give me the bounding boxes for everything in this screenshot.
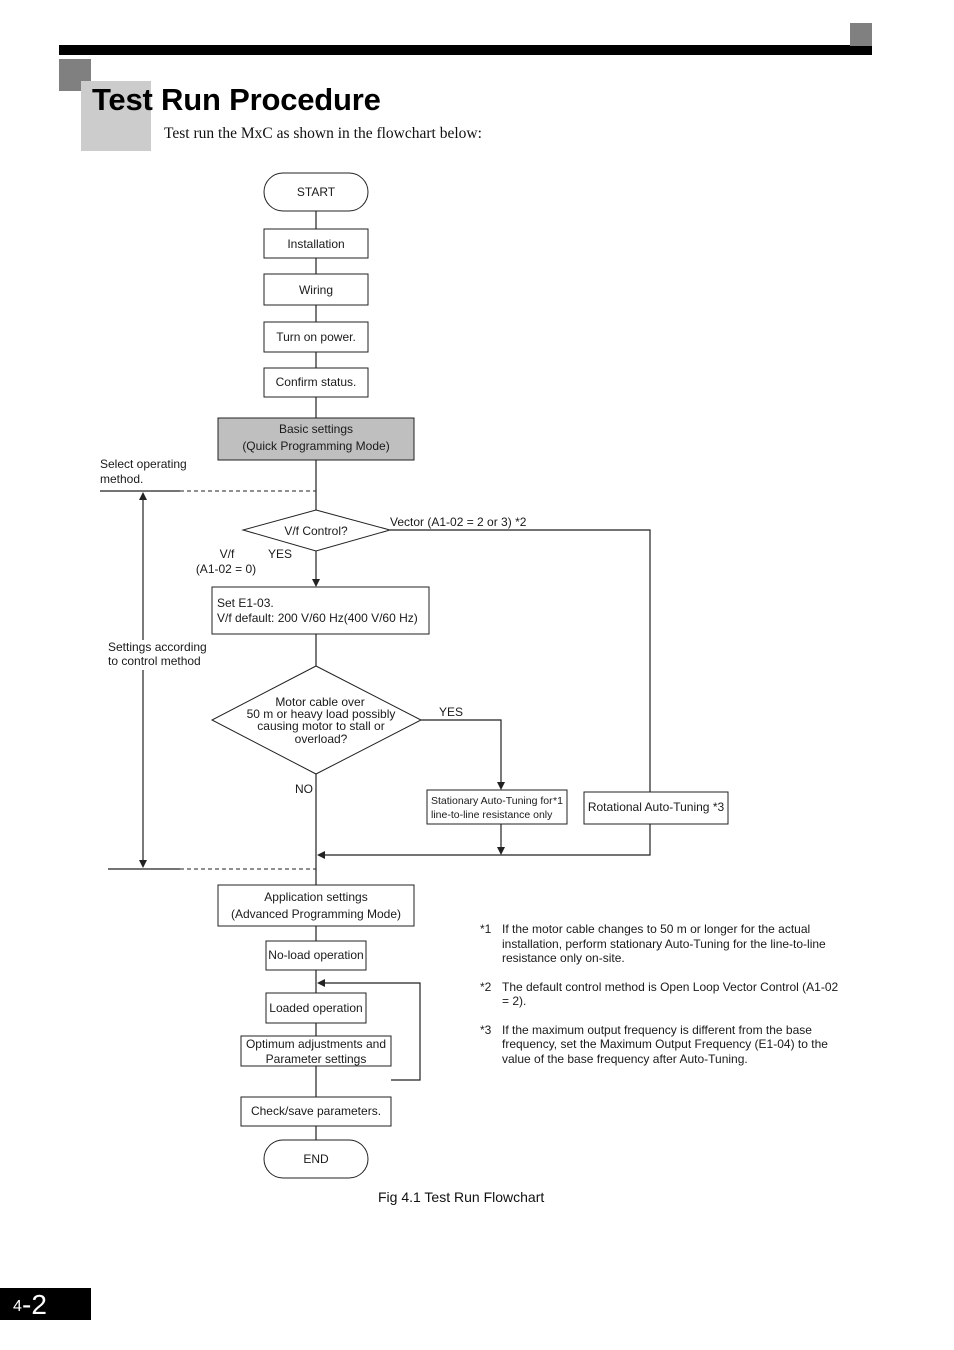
motor-yes-label: YES [439, 705, 463, 719]
set-e103-line2: V/f default: 200 V/60 Hz(400 V/60 Hz) [217, 611, 418, 625]
step-basic-settings: Basic settings (Quick Programming Mode) [217, 417, 415, 461]
settings-by-method-label-1: Settings according [108, 640, 207, 654]
page-number: -2 [22, 1289, 47, 1320]
step-loaded-operation: Loaded operation [265, 992, 367, 1024]
application-settings-line1: Application settings [264, 890, 367, 904]
footnote-text: The default control method is Open Loop … [502, 979, 839, 1009]
arrow-down-icon [497, 847, 505, 855]
turn-on-power-label: Turn on power. [276, 330, 356, 344]
no-load-label: No-load operation [268, 948, 363, 962]
end-terminal: END [263, 1139, 369, 1179]
start-terminal: START [263, 172, 369, 212]
confirm-status-label: Confirm status. [276, 375, 357, 389]
step-application-settings: Application settings (Advanced Programmi… [217, 884, 415, 927]
step-no-load-operation: No-load operation [265, 940, 367, 971]
step-turn-on-power: Turn on power. [263, 321, 369, 353]
check-save-label: Check/save parameters. [251, 1104, 381, 1118]
arrow-left-icon [317, 979, 325, 987]
select-method-label-2: method. [100, 472, 143, 486]
step-wiring: Wiring [263, 273, 369, 306]
step-check-save: Check/save parameters. [240, 1096, 392, 1127]
arrow-left-icon [317, 851, 325, 859]
arrow-down-icon [312, 579, 320, 587]
motor-decision-line4: overload? [295, 732, 348, 746]
arrow-down-icon [139, 860, 147, 868]
footnote-text: If the maximum output frequency is diffe… [502, 1022, 828, 1066]
footnote-mark: *3 [480, 1022, 492, 1037]
vector-branch-label: Vector (A1-02 = 2 or 3) *2 [390, 515, 527, 529]
select-method-label-1: Select operating [100, 457, 187, 471]
wiring-label: Wiring [299, 283, 333, 297]
application-settings-line2: (Advanced Programming Mode) [231, 907, 401, 921]
rotational-tuning-label: Rotational Auto-Tuning *3 [588, 800, 725, 814]
basic-settings-line2: (Quick Programming Mode) [242, 439, 389, 453]
loaded-label: Loaded operation [269, 1001, 362, 1015]
page-number-badge: 4 -2 [0, 1288, 91, 1320]
optimum-line2: Parameter settings [266, 1052, 367, 1066]
arrow-down-icon [497, 782, 505, 790]
footnote-mark: *2 [480, 979, 492, 994]
arrow-up-icon [139, 492, 147, 500]
start-label: START [297, 185, 336, 199]
installation-label: Installation [287, 237, 344, 251]
step-rotational-tuning: Rotational Auto-Tuning *3 [583, 791, 729, 825]
stationary-tuning-line2: line-to-line resistance only [431, 809, 553, 821]
chapter-number: 4 [13, 1298, 22, 1315]
step-confirm-status: Confirm status. [263, 367, 369, 398]
test-run-flowchart: START Installation Wiring Turn on power.… [100, 172, 729, 1179]
footnote: *1 If the motor cable changes to 50 m or… [480, 922, 840, 966]
footnote: *2 The default control method is Open Lo… [480, 980, 840, 1009]
stationary-tuning-line1: Stationary Auto-Tuning for [431, 795, 553, 807]
footnote-text: If the motor cable changes to 50 m or lo… [502, 922, 826, 965]
basic-settings-line1: Basic settings [279, 422, 353, 436]
step-optimum-adjustments: Optimum adjustments and Parameter settin… [240, 1035, 392, 1067]
vf-branch-label-1: V/f [220, 547, 235, 561]
motor-decision-line3: causing motor to stall or [257, 719, 384, 733]
figure-caption: Fig 4.1 Test Run Flowchart [378, 1189, 545, 1205]
optimum-line1: Optimum adjustments and [246, 1037, 386, 1051]
decision-motor-cable: Motor cable over 50 m or heavy load poss… [210, 665, 423, 775]
settings-by-method-label-2: to control method [108, 654, 201, 668]
set-e103-line1: Set E1-03. [217, 596, 274, 610]
motor-no-label: NO [295, 782, 313, 796]
vf-decision-label: V/f Control? [284, 524, 348, 538]
footnote-mark: *1 [480, 922, 492, 936]
vf-yes-label: YES [268, 547, 292, 561]
step-installation: Installation [263, 228, 369, 259]
stationary-tuning-note: *1 [553, 795, 563, 807]
step-set-e1-03: Set E1-03. V/f default: 200 V/60 Hz(400 … [211, 586, 430, 635]
vf-branch-label-2: (A1-02 = 0) [196, 562, 256, 576]
decision-vf-control: V/f Control? [241, 509, 392, 552]
footnotes: *1 If the motor cable changes to 50 m or… [480, 922, 840, 1080]
step-stationary-tuning: Stationary Auto-Tuning for line-to-line … [426, 789, 568, 825]
footnote: *3 If the maximum output frequency is di… [480, 1023, 840, 1067]
end-label: END [303, 1152, 329, 1166]
